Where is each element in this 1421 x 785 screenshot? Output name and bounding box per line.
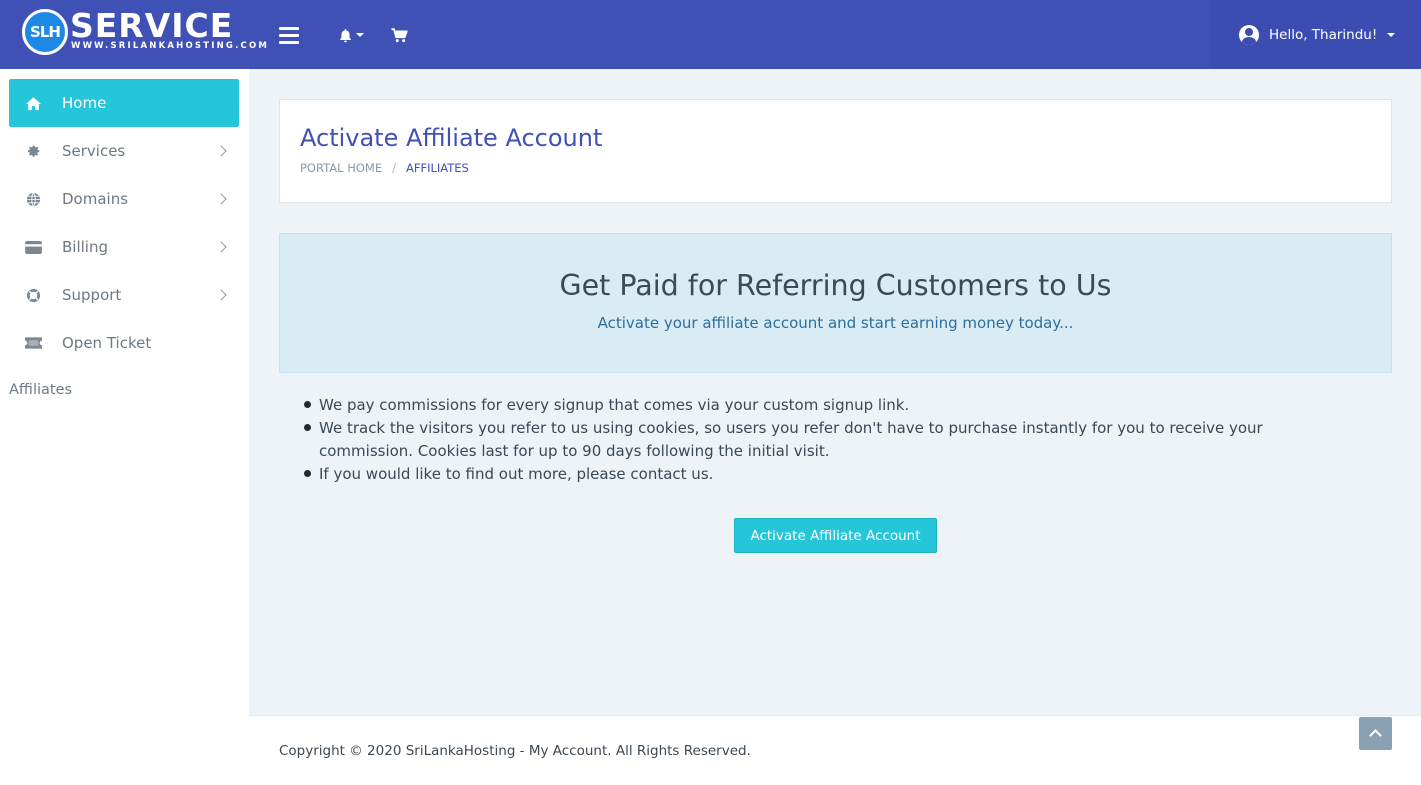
ticket-icon — [25, 335, 42, 352]
back-to-top-button[interactable] — [1359, 717, 1392, 750]
breadcrumb-separator: / — [392, 161, 396, 175]
notifications-dropdown[interactable] — [338, 22, 364, 48]
chevron-right-icon — [215, 193, 227, 205]
chevron-up-icon — [1369, 729, 1382, 742]
footer: Copyright © 2020 SriLankaHosting - My Ac… — [249, 715, 1421, 785]
copyright-text: Copyright © 2020 SriLankaHosting - My Ac… — [279, 743, 751, 759]
hero-title: Get Paid for Referring Customers to Us — [559, 269, 1112, 302]
logo-word: SERVICE — [70, 6, 234, 45]
hamburger-icon[interactable] — [278, 22, 300, 48]
list-item: We pay commissions for every signup that… — [303, 394, 1313, 417]
list-item: If you would like to find out more, plea… — [303, 463, 1313, 486]
sidebar-item-label: Billing — [62, 238, 108, 256]
logo-mark: SLH — [22, 9, 68, 55]
sidebar-item-services[interactable]: Services — [9, 127, 239, 175]
sidebar-item-label: Services — [62, 142, 126, 160]
globe-icon — [25, 191, 42, 208]
sidebar-item-billing[interactable]: Billing — [9, 223, 239, 271]
top-navbar: SLH SERVICE WWW.SRILANKAHOSTING.COM Hell… — [0, 0, 1421, 69]
shopping-cart-icon[interactable] — [391, 22, 408, 48]
affiliate-hero: Get Paid for Referring Customers to Us A… — [279, 233, 1392, 373]
affiliate-benefits-list: We pay commissions for every signup that… — [303, 394, 1313, 486]
sidebar: Home Services Domains Billing Support Op — [0, 69, 249, 785]
logo-url: WWW.SRILANKAHOSTING.COM — [71, 41, 270, 51]
sidebar-item-home[interactable]: Home — [9, 79, 239, 127]
sidebar-section-heading: Affiliates — [9, 382, 73, 398]
sidebar-item-open-ticket[interactable]: Open Ticket — [9, 319, 239, 367]
bell-icon — [340, 28, 351, 42]
page-title: Activate Affiliate Account — [300, 124, 603, 152]
gear-icon — [25, 143, 42, 160]
chevron-down-icon — [356, 33, 364, 37]
sidebar-item-label: Home — [62, 94, 107, 112]
chevron-right-icon — [215, 145, 227, 157]
sidebar-item-label: Open Ticket — [62, 334, 152, 352]
chevron-right-icon — [215, 289, 227, 301]
breadcrumb: PORTAL HOME / AFFILIATES — [300, 161, 469, 175]
list-item: We track the visitors you refer to us us… — [303, 417, 1313, 463]
user-greeting: Hello, Tharindu! — [1269, 26, 1378, 43]
breadcrumb-current: AFFILIATES — [405, 161, 469, 175]
home-icon — [25, 95, 42, 112]
user-menu[interactable]: Hello, Tharindu! — [1209, 0, 1421, 69]
brand-logo[interactable]: SLH SERVICE WWW.SRILANKAHOSTING.COM — [22, 6, 267, 55]
sidebar-item-label: Support — [62, 286, 122, 304]
sidebar-item-domains[interactable]: Domains — [9, 175, 239, 223]
page-header: Activate Affiliate Account PORTAL HOME /… — [279, 99, 1392, 203]
hero-subtitle: Activate your affiliate account and star… — [597, 314, 1074, 332]
breadcrumb-portal-home[interactable]: PORTAL HOME — [300, 161, 382, 175]
user-circle-icon — [1239, 24, 1259, 45]
sidebar-item-label: Domains — [62, 190, 129, 208]
credit-card-icon — [25, 239, 42, 256]
life-ring-icon — [25, 287, 42, 304]
chevron-right-icon — [215, 241, 227, 253]
chevron-down-icon — [1387, 32, 1396, 37]
sidebar-item-support[interactable]: Support — [9, 271, 239, 319]
activate-affiliate-button[interactable]: Activate Affiliate Account — [734, 518, 937, 553]
